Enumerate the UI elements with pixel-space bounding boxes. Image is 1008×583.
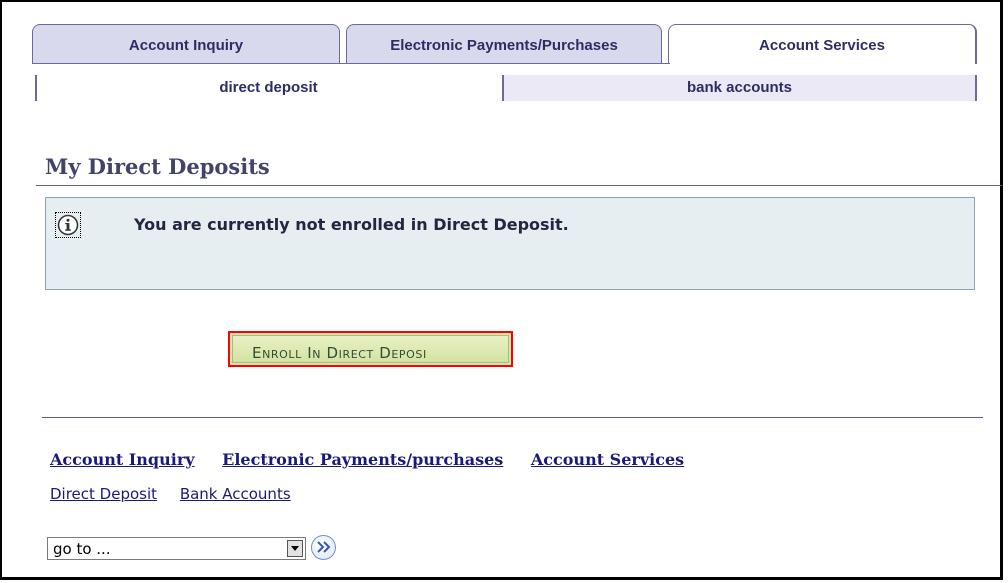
subtab-direct-deposit[interactable]: direct deposit	[35, 75, 500, 101]
goto-select-value: go to ...	[53, 540, 111, 558]
footer-link-account-inquiry[interactable]: Account Inquiry	[50, 450, 195, 469]
subtab-label: direct deposit	[219, 79, 318, 96]
info-message-text: You are currently not enrolled in Direct…	[134, 215, 569, 234]
footer-link-direct-deposit[interactable]: Direct Deposit	[50, 485, 157, 503]
chevron-down-icon[interactable]	[287, 540, 303, 557]
tab-account-inquiry[interactable]: Account Inquiry	[32, 24, 340, 64]
goto-select[interactable]: go to ...	[47, 537, 306, 560]
enroll-direct-deposit-button[interactable]: Enroll In Direct Deposi	[228, 331, 513, 367]
tab-divider	[32, 63, 670, 64]
go-button[interactable]	[311, 535, 336, 560]
footer-nav: Account Inquiry Electronic Payments/purc…	[50, 450, 706, 469]
footer-link-electronic-payments[interactable]: Electronic Payments/purchases	[222, 450, 503, 469]
title-divider	[36, 185, 1002, 186]
tab-label: Account Inquiry	[128, 37, 244, 54]
subtab-label: bank accounts	[686, 79, 793, 96]
double-chevron-right-icon	[316, 538, 331, 557]
subtab-bank-accounts[interactable]: bank accounts	[502, 75, 977, 101]
tab-label: Electronic Payments/Purchases	[390, 37, 618, 54]
enroll-button-label: Enroll In Direct Deposi	[252, 344, 427, 362]
enroll-button-face: Enroll In Direct Deposi	[232, 335, 509, 363]
footer-divider	[42, 417, 983, 418]
info-message-box: You are currently not enrolled in Direct…	[45, 197, 975, 290]
footer-link-bank-accounts[interactable]: Bank Accounts	[180, 485, 291, 503]
page-frame: Account Inquiry Electronic Payments/Purc…	[0, 0, 1003, 580]
page-title: My Direct Deposits	[45, 154, 270, 179]
footer-subnav: Direct Deposit Bank Accounts	[50, 485, 309, 503]
info-icon	[55, 212, 81, 238]
tab-account-services[interactable]: Account Services	[668, 24, 977, 64]
tab-label: Account Services	[759, 37, 885, 54]
tab-electronic-payments[interactable]: Electronic Payments/Purchases	[346, 24, 662, 64]
footer-link-account-services[interactable]: Account Services	[531, 450, 684, 469]
